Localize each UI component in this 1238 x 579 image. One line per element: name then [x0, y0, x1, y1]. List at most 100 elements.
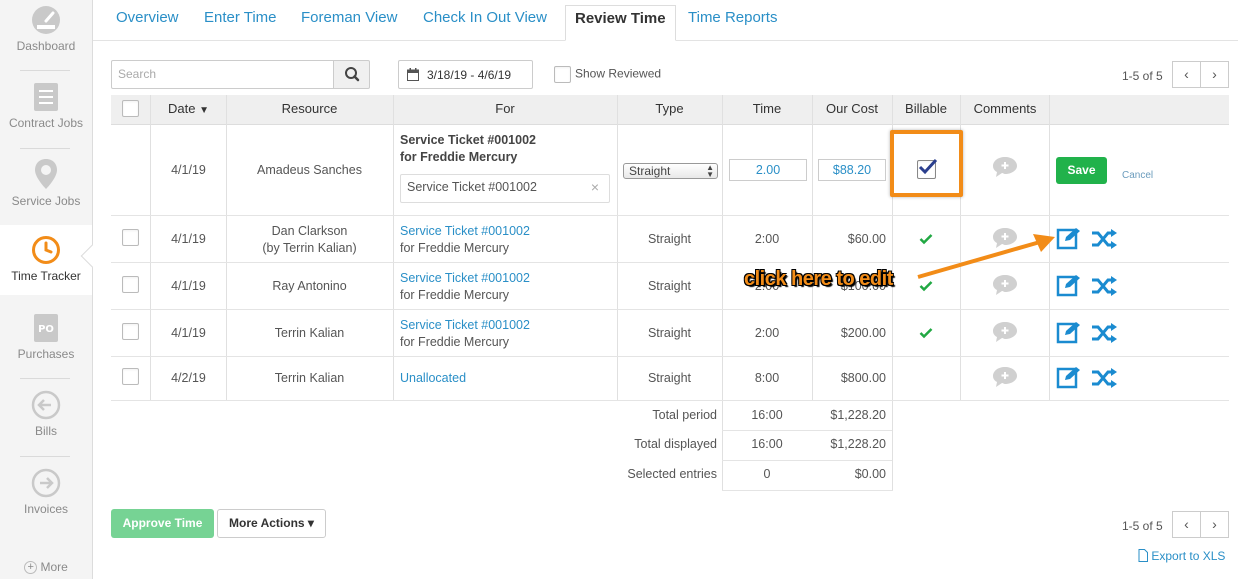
- tab-enter-time[interactable]: Enter Time: [204, 5, 277, 33]
- tab-check-in-out-view[interactable]: Check In Out View: [423, 5, 547, 33]
- prev-page-button[interactable]: ‹: [1172, 61, 1201, 88]
- table-row-editing: 4/1/19 Amadeus Sanches Service Ticket #0…: [111, 125, 1229, 216]
- add-comment-icon[interactable]: [992, 156, 1018, 178]
- sidebar-item-more[interactable]: + More: [0, 560, 92, 575]
- search-input[interactable]: Search: [111, 60, 334, 89]
- row-resource: Ray Antonino: [272, 279, 347, 293]
- row-cost: $800.00: [840, 371, 886, 385]
- select-arrows-icon: ▲ ▼: [706, 163, 714, 179]
- row-checkbox[interactable]: [122, 368, 139, 385]
- svg-text:PO: PO: [38, 324, 54, 335]
- export-xls-link[interactable]: Export to XLS: [1138, 549, 1225, 563]
- shuffle-icon[interactable]: [1091, 229, 1118, 249]
- shuffle-icon[interactable]: [1091, 368, 1118, 388]
- row-checkbox[interactable]: [122, 276, 139, 293]
- tab-time-reports[interactable]: Time Reports: [688, 5, 777, 33]
- chevron-down-icon: ▼: [199, 105, 209, 116]
- row-for: Service Ticket #001002 for Freddie Mercu…: [400, 270, 530, 304]
- for-sub: for Freddie Mercury: [400, 241, 510, 255]
- column-for: For: [495, 101, 515, 116]
- total-label: Total period: [652, 408, 717, 422]
- shuffle-icon[interactable]: [1091, 323, 1118, 343]
- row-date: 4/1/19: [171, 326, 206, 340]
- total-label: Total displayed: [634, 437, 717, 451]
- add-comment-icon[interactable]: [992, 366, 1018, 388]
- date-range-picker[interactable]: 3/18/19 - 4/6/19: [398, 60, 533, 89]
- resource-sub: (by Terrin Kalian): [262, 241, 357, 255]
- column-label: Date: [168, 101, 196, 116]
- for-sub: for Freddie Mercury: [400, 335, 510, 349]
- clear-icon[interactable]: ×: [591, 179, 599, 195]
- divider: [20, 70, 70, 71]
- tab-foreman-view[interactable]: Foreman View: [301, 5, 397, 33]
- table-header: Date ▼ Resource For Type Time Our Cost B…: [111, 95, 1229, 125]
- divider: [722, 430, 892, 431]
- column-resource: Resource: [281, 101, 338, 116]
- sidebar-item-label: Purchases: [17, 347, 75, 361]
- column-comments: Comments: [973, 101, 1037, 116]
- row-for-title: Service Ticket #001002 for Freddie Mercu…: [400, 132, 536, 166]
- annotation-arrow: [917, 234, 1055, 279]
- sidebar-item-dashboard[interactable]: Dashboard: [0, 5, 92, 53]
- tab-overview[interactable]: Overview: [116, 5, 179, 33]
- for-input-value: Service Ticket #001002: [407, 180, 537, 194]
- contract-icon: [34, 83, 58, 111]
- sidebar-item-service-jobs[interactable]: Service Jobs: [0, 158, 92, 208]
- sidebar-item-invoices[interactable]: Invoices: [0, 468, 92, 516]
- pager-count: 1-5 of 5: [1122, 519, 1163, 533]
- row-resource: Amadeus Sanches: [257, 163, 362, 177]
- plus-circle-icon: +: [24, 561, 38, 575]
- for-link[interactable]: Service Ticket #001002: [400, 317, 530, 334]
- sidebar-item-label: Invoices: [23, 502, 69, 516]
- type-select[interactable]: Straight ▲ ▼: [623, 163, 718, 179]
- export-label: Export to XLS: [1151, 549, 1226, 563]
- column-date[interactable]: Date ▼: [151, 95, 226, 125]
- more-actions-button[interactable]: More Actions ▾: [217, 509, 326, 538]
- total-time: 0: [763, 467, 771, 481]
- for-link[interactable]: Service Ticket #001002: [400, 223, 530, 240]
- total-time: 16:00: [751, 437, 783, 451]
- chevron-right-icon: ›: [1212, 66, 1217, 82]
- next-page-button[interactable]: ›: [1200, 61, 1229, 88]
- time-input[interactable]: 2.00: [729, 159, 807, 181]
- map-pin-icon: [35, 159, 57, 189]
- show-reviewed-checkbox[interactable]: [554, 66, 571, 83]
- calendar-icon: [407, 68, 419, 81]
- cancel-link[interactable]: Cancel: [1122, 170, 1153, 181]
- add-comment-icon[interactable]: [992, 321, 1018, 343]
- row-time: 8:00: [754, 371, 780, 385]
- edit-icon[interactable]: [1056, 321, 1082, 345]
- sidebar-item-time-tracker[interactable]: Time Tracker: [0, 225, 92, 295]
- sidebar-item-label: More: [40, 560, 68, 574]
- save-button[interactable]: Save: [1056, 157, 1107, 184]
- next-page-button[interactable]: ›: [1200, 511, 1229, 538]
- sidebar-item-purchases[interactable]: PO Purchases: [0, 313, 92, 361]
- row-date: 4/2/19: [171, 371, 206, 385]
- gauge-icon: [32, 6, 60, 34]
- row-checkbox[interactable]: [122, 323, 139, 340]
- sidebar-item-bills[interactable]: Bills: [0, 390, 92, 438]
- show-reviewed-toggle[interactable]: Show Reviewed: [554, 66, 661, 83]
- chevron-right-icon: ›: [1212, 516, 1217, 532]
- sidebar-item-contract-jobs[interactable]: Contract Jobs: [0, 82, 92, 130]
- search-button[interactable]: [333, 60, 370, 89]
- row-type: Straight: [647, 232, 692, 246]
- row-checkbox[interactable]: [122, 229, 139, 246]
- row-type: Straight: [647, 326, 692, 340]
- approve-time-button[interactable]: Approve Time: [111, 509, 214, 538]
- column-our-cost: Our Cost: [825, 101, 878, 116]
- edit-icon[interactable]: [1056, 366, 1082, 390]
- shuffle-icon[interactable]: [1091, 276, 1118, 296]
- cost-input[interactable]: $88.20: [818, 159, 886, 181]
- divider: [20, 456, 70, 457]
- total-cost: $1,228.20: [830, 408, 886, 422]
- select-all-checkbox[interactable]: [122, 100, 139, 117]
- for-link[interactable]: Unallocated: [400, 370, 466, 387]
- for-input[interactable]: Service Ticket #001002 ×: [400, 174, 610, 203]
- arrow-left-circle-icon: [31, 390, 61, 420]
- for-link[interactable]: Service Ticket #001002: [400, 270, 530, 287]
- prev-page-button[interactable]: ‹: [1172, 511, 1201, 538]
- tab-review-time[interactable]: Review Time: [565, 5, 676, 41]
- row-for: Service Ticket #001002 for Freddie Mercu…: [400, 223, 530, 257]
- highlight-box: [890, 130, 963, 197]
